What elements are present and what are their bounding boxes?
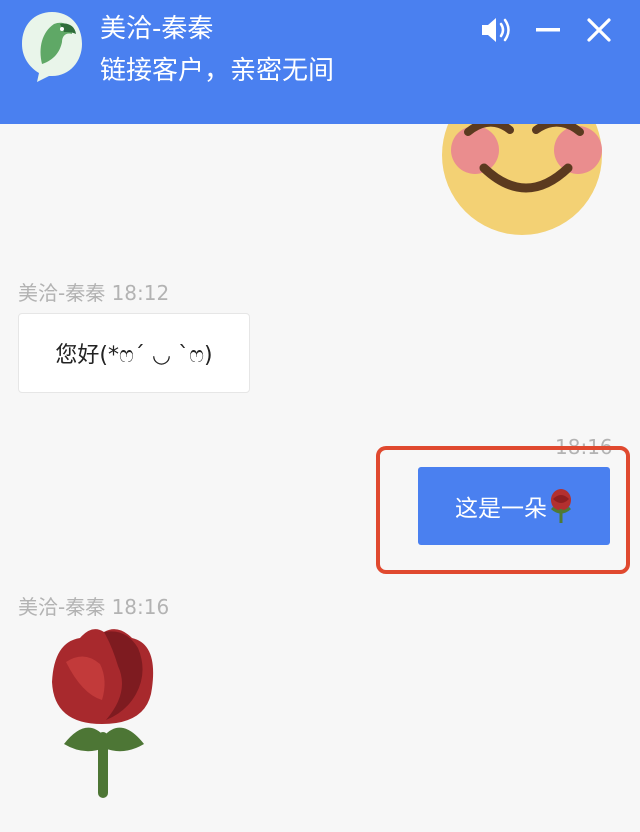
chat-title: 美洽-秦秦 xyxy=(100,14,214,44)
sender-name: 美洽-秦秦 xyxy=(18,595,106,619)
message-time: 18:16 xyxy=(111,595,170,619)
rose-icon xyxy=(46,624,160,800)
close-icon[interactable] xyxy=(581,12,617,48)
message-time: 18:12 xyxy=(111,281,170,305)
speaker-icon[interactable] xyxy=(478,12,514,48)
parrot-logo-icon xyxy=(20,10,84,82)
minimize-icon[interactable] xyxy=(530,12,566,48)
message-meta: 美洽-秦秦 18:12 xyxy=(18,280,169,306)
sender-name: 美洽-秦秦 xyxy=(18,281,106,305)
message-text: 您好(*ෆ´ ◡ `ෆ) xyxy=(55,343,213,368)
chat-header: 美洽-秦秦 链接客户，亲密无间 xyxy=(0,0,640,124)
chat-area: 美洽-秦秦 18:12 您好(*ෆ´ ◡ `ෆ) 18:16 这是一朵 美洽-秦… xyxy=(0,0,640,832)
chat-subtitle: 链接客户，亲密无间 xyxy=(100,56,335,86)
highlight-box xyxy=(376,446,630,574)
incoming-message-bubble: 您好(*ෆ´ ◡ `ෆ) xyxy=(18,313,250,393)
message-meta: 美洽-秦秦 18:16 xyxy=(18,594,169,620)
